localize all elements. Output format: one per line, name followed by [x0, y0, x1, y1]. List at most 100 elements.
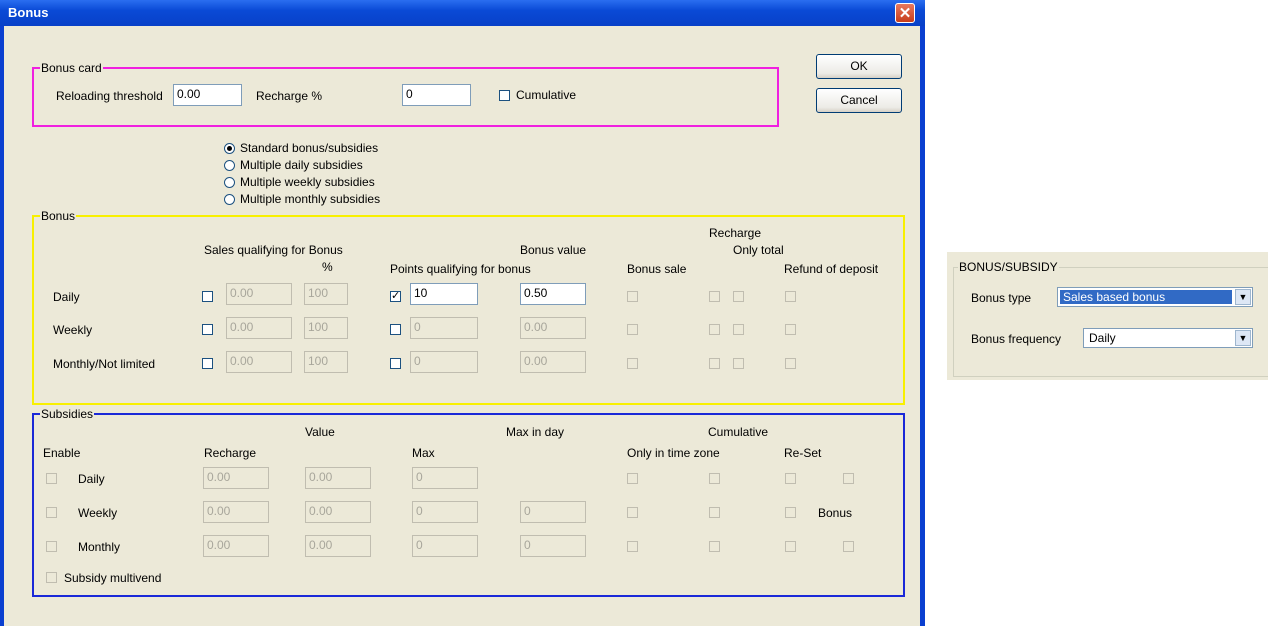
sales-qualifying-input-weekly[interactable]: 0.00	[226, 317, 292, 339]
bonus-row-label-daily: Daily	[53, 290, 80, 304]
points-checkbox-weekly[interactable]	[390, 324, 401, 335]
bonus-sale-header: Bonus sale	[627, 262, 687, 276]
chevron-down-icon[interactable]: ▼	[1235, 330, 1251, 346]
recharge-sub-header: Recharge	[204, 446, 257, 460]
only-in-time-zone-checkbox-monthly[interactable]	[627, 541, 638, 552]
subsidy-max-input-daily[interactable]: 0	[412, 467, 478, 489]
only-in-time-zone-checkbox-daily[interactable]	[627, 473, 638, 484]
subsidy-recharge-input-monthly[interactable]: 0.00	[203, 535, 269, 557]
cumulative-checkbox[interactable]	[499, 90, 510, 101]
bonus-frequency-value: Daily	[1089, 331, 1116, 345]
subsidy-multivend-label: Subsidy multivend	[64, 571, 162, 585]
bonus-group-title: Bonus	[40, 209, 77, 223]
refund-checkbox-weekly[interactable]	[785, 324, 796, 335]
subsidy-value-input-monthly[interactable]: 0.00	[305, 535, 371, 557]
sales-qualifying-checkbox-monthly[interactable]	[202, 358, 213, 369]
max-in-day-header: Max in day	[506, 425, 565, 439]
title-bar[interactable]: Bonus ✕	[0, 0, 925, 26]
only-in-time-zone-checkbox-weekly[interactable]	[627, 507, 638, 518]
bonus-type-label: Bonus type	[971, 291, 1032, 305]
bonus-extra-checkbox-daily[interactable]	[843, 473, 854, 484]
reset-checkbox-daily[interactable]	[785, 473, 796, 484]
pct-input-weekly[interactable]: 100	[304, 317, 348, 339]
bonus-subsidy-group: BONUS/SUBSIDY	[953, 260, 1268, 377]
bonus-subsidy-panel: BONUS/SUBSIDY Bonus type Sales based bon…	[947, 252, 1268, 380]
bonus-row-label-monthly: Monthly/Not limited	[53, 357, 156, 371]
enable-header: Enable	[43, 446, 81, 460]
bonus-value-input-daily[interactable]: 0.50	[520, 283, 586, 305]
reset-checkbox-weekly[interactable]	[785, 507, 796, 518]
pct-input-daily[interactable]: 100	[304, 283, 348, 305]
subsidy-max-in-day-input-weekly[interactable]: 0	[520, 501, 586, 523]
bonus-value-header: Bonus value	[520, 243, 587, 257]
refund-checkbox-daily[interactable]	[785, 291, 796, 302]
cumulative-checkbox-weekly[interactable]	[709, 507, 720, 518]
bonus-extra-checkbox-monthly[interactable]	[843, 541, 854, 552]
value-header: Value	[305, 425, 335, 439]
sales-qualifying-checkbox-weekly[interactable]	[202, 324, 213, 335]
mode-radio-weekly[interactable]	[224, 177, 235, 188]
points-input-monthly[interactable]: 0	[410, 351, 478, 373]
cumulative-header: Cumulative	[708, 425, 769, 439]
subsidy-value-input-weekly[interactable]: 0.00	[305, 501, 371, 523]
subsidy-max-in-day-input-monthly[interactable]: 0	[520, 535, 586, 557]
bonus-type-select[interactable]: Sales based bonus ▼	[1057, 287, 1253, 307]
points-input-daily[interactable]: 10	[410, 283, 478, 305]
max-header: Max	[412, 446, 435, 460]
bonus-value-input-weekly[interactable]: 0.00	[520, 317, 586, 339]
cancel-button[interactable]: Cancel	[816, 88, 902, 113]
mode-label-standard: Standard bonus/subsidies	[240, 141, 379, 155]
subsidy-row-label-weekly: Weekly	[78, 506, 118, 520]
sales-qualifying-input-monthly[interactable]: 0.00	[226, 351, 292, 373]
bonus-sale-checkbox-daily[interactable]	[627, 291, 638, 302]
enable-checkbox-monthly[interactable]	[46, 541, 57, 552]
bonus-frequency-label: Bonus frequency	[971, 332, 1062, 346]
only-total-checkbox-weekly[interactable]	[733, 324, 744, 335]
refund-checkbox-monthly[interactable]	[785, 358, 796, 369]
subsidy-recharge-input-weekly[interactable]: 0.00	[203, 501, 269, 523]
mode-radio-daily[interactable]	[224, 160, 235, 171]
mode-label-daily: Multiple daily subsidies	[240, 158, 363, 172]
only-total-checkbox-daily[interactable]	[733, 291, 744, 302]
reloading-threshold-input[interactable]: 0.00	[173, 84, 242, 106]
points-input-weekly[interactable]: 0	[410, 317, 478, 339]
subsidy-recharge-input-daily[interactable]: 0.00	[203, 467, 269, 489]
cumulative-checkbox-monthly[interactable]	[709, 541, 720, 552]
recharge-checkbox-daily[interactable]	[709, 291, 720, 302]
bonus-subsidy-title: BONUS/SUBSIDY	[958, 260, 1059, 274]
enable-checkbox-daily[interactable]	[46, 473, 57, 484]
only-total-checkbox-monthly[interactable]	[733, 358, 744, 369]
recharge-checkbox-weekly[interactable]	[709, 324, 720, 335]
subsidy-max-input-monthly[interactable]: 0	[412, 535, 478, 557]
subsidy-max-input-weekly[interactable]: 0	[412, 501, 478, 523]
subsidy-row-label-daily: Daily	[78, 472, 105, 486]
mode-radio-standard[interactable]	[224, 143, 235, 154]
bonus-card-title: Bonus card	[40, 61, 103, 75]
sales-qualifying-input-daily[interactable]: 0.00	[226, 283, 292, 305]
recharge-pct-label: Recharge %	[256, 89, 323, 103]
recharge-pct-input[interactable]: 0	[402, 84, 471, 106]
pct-header: %	[322, 260, 333, 274]
recharge-checkbox-monthly[interactable]	[709, 358, 720, 369]
pct-input-monthly[interactable]: 100	[304, 351, 348, 373]
points-checkbox-daily[interactable]: ✓	[390, 291, 401, 302]
bonus-value-input-monthly[interactable]: 0.00	[520, 351, 586, 373]
mode-radio-monthly[interactable]	[224, 194, 235, 205]
reset-checkbox-monthly[interactable]	[785, 541, 796, 552]
bonus-sale-checkbox-monthly[interactable]	[627, 358, 638, 369]
bonus-frequency-select[interactable]: Daily ▼	[1083, 328, 1253, 348]
only-in-time-zone-header: Only in time zone	[627, 446, 720, 460]
chevron-down-icon[interactable]: ▼	[1235, 289, 1251, 305]
sales-qualifying-checkbox-daily[interactable]	[202, 291, 213, 302]
bonus-sale-checkbox-weekly[interactable]	[627, 324, 638, 335]
cumulative-checkbox-daily[interactable]	[709, 473, 720, 484]
subsidy-multivend-checkbox[interactable]	[46, 572, 57, 583]
close-icon[interactable]: ✕	[895, 3, 915, 23]
subsidy-value-input-daily[interactable]: 0.00	[305, 467, 371, 489]
bonus-type-value: Sales based bonus	[1060, 290, 1232, 304]
refund-of-deposit-header: Refund of deposit	[784, 262, 879, 276]
enable-checkbox-weekly[interactable]	[46, 507, 57, 518]
ok-button[interactable]: OK	[816, 54, 902, 79]
cumulative-label: Cumulative	[516, 88, 577, 102]
points-checkbox-monthly[interactable]	[390, 358, 401, 369]
